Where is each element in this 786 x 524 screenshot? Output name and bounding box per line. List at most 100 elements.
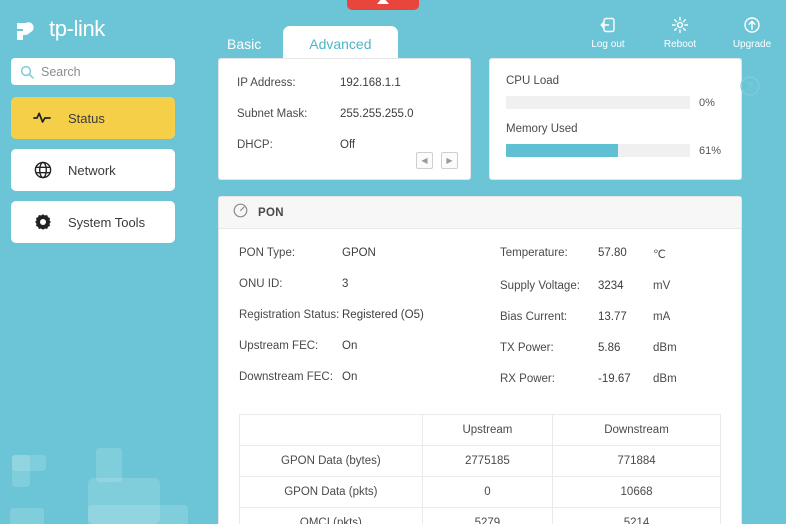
- pon-gauge-icon: [233, 203, 248, 223]
- pon-row: ONU ID: 3: [239, 278, 480, 290]
- table-cell-label: GPON Data (bytes): [239, 445, 423, 477]
- pager-next-button[interactable]: ▶: [441, 152, 458, 169]
- table-row: OMCI (pkts) 5279 5214: [239, 507, 721, 524]
- red-notice-tab[interactable]: [347, 0, 419, 10]
- reboot-icon: [656, 16, 704, 36]
- pon-value: GPON: [342, 247, 376, 259]
- reboot-label: Reboot: [663, 39, 697, 50]
- network-info-card: IP Address: 192.168.1.1 Subnet Mask: 255…: [218, 58, 471, 180]
- info-value: 192.168.1.1: [340, 77, 401, 89]
- pon-unit: mV: [653, 280, 671, 292]
- table-row: GPON Data (pkts) 0 10668: [239, 476, 721, 508]
- pon-value: 57.80: [598, 247, 627, 259]
- tab-advanced[interactable]: Advanced: [283, 26, 398, 62]
- tplink-logo-icon: [12, 14, 42, 44]
- table-cell-downstream: 10668: [552, 476, 721, 508]
- help-question-icon[interactable]: ?: [739, 75, 761, 97]
- upgrade-icon: [728, 16, 776, 36]
- info-key: Subnet Mask:: [237, 108, 308, 120]
- pon-key: ONU ID:: [239, 278, 283, 290]
- performance-card: CPU Load 0% Memory Used 61%: [489, 58, 742, 180]
- sidebar-item-network[interactable]: Network: [11, 149, 175, 191]
- pon-value: 3234: [598, 280, 624, 292]
- table-cell-upstream: 5279: [421, 507, 554, 524]
- gear-icon: [33, 213, 52, 232]
- pon-value: On: [342, 340, 358, 352]
- table-cell-upstream: 0: [421, 476, 554, 508]
- pon-key: Registration Status:: [239, 309, 340, 321]
- memory-used-row: 61%: [506, 144, 725, 157]
- logout-icon: [584, 16, 632, 36]
- search-input[interactable]: [41, 64, 161, 79]
- pon-left-column: PON Type: GPON ONU ID: 3 Registration St…: [219, 247, 480, 404]
- pon-statistics-table-wrapper: Upstream Downstream GPON Data (bytes) 27…: [219, 412, 741, 524]
- network-info-rows: IP Address: 192.168.1.1 Subnet Mask: 255…: [219, 59, 470, 151]
- pon-key: Supply Voltage:: [500, 280, 580, 292]
- pon-value: 5.86: [598, 342, 621, 354]
- cpu-load-row: 0%: [506, 96, 725, 109]
- search-box[interactable]: [11, 58, 175, 85]
- pon-card-title: PON: [258, 206, 284, 219]
- sidebar-item-label: Status: [68, 110, 105, 126]
- logout-button[interactable]: Log out: [584, 16, 632, 50]
- pon-key: RX Power:: [500, 373, 555, 385]
- pulse-icon: [33, 109, 52, 128]
- reboot-button[interactable]: Reboot: [656, 16, 704, 50]
- chevron-left-icon: ◀: [421, 155, 428, 165]
- table-cell-label: GPON Data (pkts): [239, 476, 423, 508]
- pon-unit: dBm: [653, 342, 677, 354]
- pager-prev-button[interactable]: ◀: [416, 152, 433, 169]
- table-cell-upstream: 2775185: [421, 445, 554, 477]
- svg-text:?: ?: [747, 81, 753, 93]
- pon-unit: dBm: [653, 373, 677, 385]
- pon-row: PON Type: GPON: [239, 247, 480, 259]
- memory-used-bar-fill: [506, 144, 619, 157]
- performance-body: CPU Load 0% Memory Used 61%: [490, 59, 741, 157]
- pon-row: Supply Voltage: 3234 mV: [500, 280, 741, 292]
- brand-logo[interactable]: tp-link: [12, 14, 105, 44]
- caret-up-icon: [377, 0, 389, 4]
- globe-icon: [33, 161, 52, 180]
- pon-key: Temperature:: [500, 247, 568, 259]
- tab-basic[interactable]: Basic: [205, 26, 283, 62]
- info-row: Subnet Mask: 255.255.255.0: [237, 108, 470, 120]
- cpu-load-percent: 0%: [699, 96, 715, 109]
- main-tabs: Basic Advanced: [205, 26, 398, 62]
- table-header-row: Upstream Downstream: [239, 414, 721, 446]
- router-admin-page: tp-link Basic Advanced Log out Reboot Up…: [0, 0, 786, 524]
- pon-key: Bias Current:: [500, 311, 568, 323]
- sidebar-item-system-tools[interactable]: System Tools: [11, 201, 175, 243]
- search-icon: [20, 65, 34, 79]
- info-value: Off: [340, 139, 356, 151]
- sidebar-item-label: Network: [68, 162, 116, 178]
- info-row: DHCP: Off: [237, 139, 470, 151]
- sidebar-item-status[interactable]: Status: [11, 97, 175, 139]
- pon-value: 3: [342, 278, 349, 290]
- table-cell-downstream: 5214: [552, 507, 721, 524]
- header-actions: Log out Reboot Upgrade: [584, 16, 776, 50]
- pon-card-body: PON Type: GPON ONU ID: 3 Registration St…: [219, 229, 741, 412]
- cpu-load-label: CPU Load: [506, 75, 560, 87]
- sidebar: Status Network System Tools: [0, 58, 186, 524]
- cpu-load-bar: [506, 96, 690, 109]
- pon-row: Temperature: 57.80 ℃: [500, 247, 741, 261]
- pon-value: Registered (O5): [342, 309, 424, 321]
- pon-key: Upstream FEC:: [239, 340, 319, 352]
- info-row: IP Address: 192.168.1.1: [237, 77, 470, 89]
- brand-name: tp-link: [49, 16, 105, 41]
- pon-row: RX Power: -19.67 dBm: [500, 373, 741, 385]
- pon-row: TX Power: 5.86 dBm: [500, 342, 741, 354]
- table-header-downstream: Downstream: [552, 414, 721, 446]
- pon-row: Upstream FEC: On: [239, 340, 480, 352]
- main-content: IP Address: 192.168.1.1 Subnet Mask: 255…: [186, 58, 786, 524]
- pon-value: -19.67: [598, 373, 631, 385]
- pon-value: On: [342, 371, 358, 383]
- memory-used-label: Memory Used: [506, 123, 578, 135]
- upgrade-button[interactable]: Upgrade: [728, 16, 776, 50]
- info-key: IP Address:: [237, 77, 296, 89]
- info-key: DHCP:: [237, 139, 273, 151]
- pon-key: PON Type:: [239, 247, 296, 259]
- pon-card-header: PON: [219, 197, 741, 229]
- table-cell-label: OMCI (pkts): [239, 507, 423, 524]
- table-header-blank: [239, 414, 423, 446]
